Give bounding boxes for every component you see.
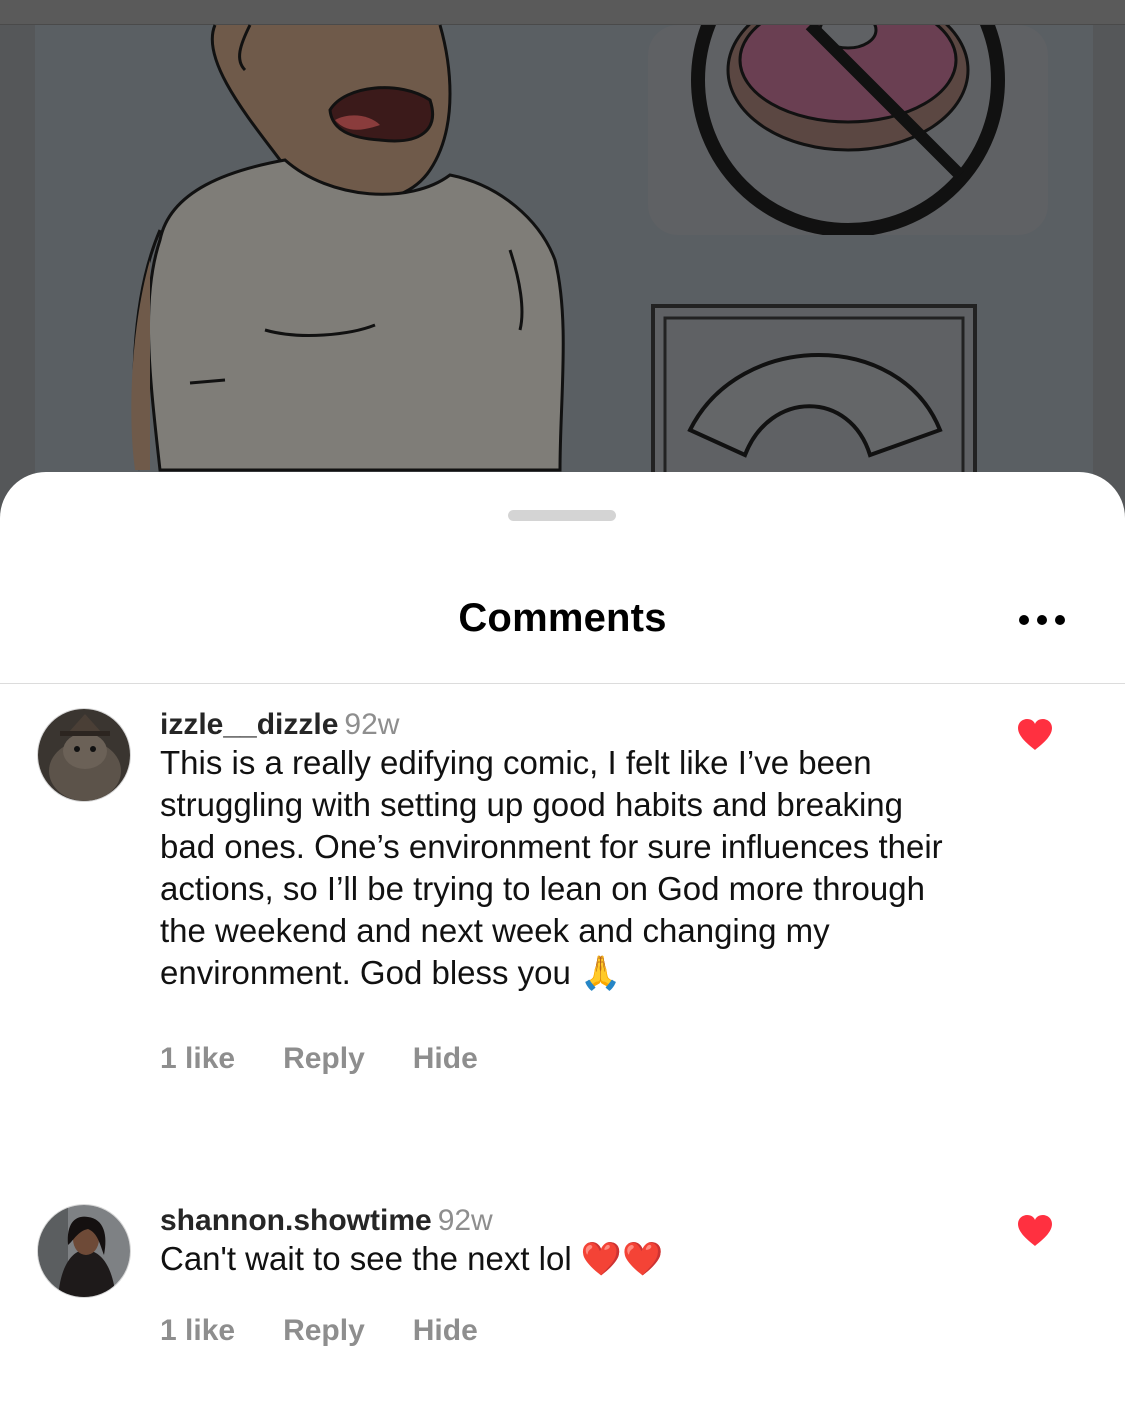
sheet-title: Comments [458, 596, 667, 640]
reply-button[interactable]: Reply [283, 1042, 365, 1075]
avatar[interactable] [37, 708, 131, 802]
comment-actions: 1 like Reply Hide [160, 1314, 526, 1348]
comment-meta: izzle__dizzle 92w [160, 708, 399, 742]
hide-button[interactable]: Hide [413, 1314, 478, 1347]
comment-meta: shannon.showtime 92w [160, 1204, 493, 1238]
post-image-backdrop [0, 0, 1125, 520]
comment-actions: 1 like Reply Hide [160, 1042, 526, 1076]
hide-button[interactable]: Hide [413, 1042, 478, 1075]
reply-button[interactable]: Reply [283, 1314, 365, 1347]
comment-username[interactable]: shannon.showtime [160, 1204, 432, 1237]
sheet-drag-handle[interactable] [508, 510, 616, 521]
comment-timestamp: 92w [437, 1204, 493, 1237]
more-horizontal-icon-dot [1037, 615, 1047, 625]
header-divider [0, 683, 1125, 684]
heart-icon[interactable] [1016, 718, 1054, 752]
avatar[interactable] [37, 1204, 131, 1298]
avatar-image [38, 709, 130, 801]
more-options-button[interactable] [1010, 607, 1070, 635]
comments-sheet: Comments izzle__dizzle 92w This is a real… [0, 472, 1125, 1428]
comment-timestamp: 92w [344, 708, 400, 741]
heart-icon[interactable] [1016, 1214, 1054, 1248]
avatar-image [38, 1205, 130, 1297]
more-horizontal-icon [1019, 615, 1029, 625]
more-horizontal-icon-dot [1055, 615, 1065, 625]
likes-count[interactable]: 1 like [160, 1314, 235, 1347]
comment-text: Can't wait to see the next lol ❤️❤️ [160, 1240, 664, 1277]
comment-username[interactable]: izzle__dizzle [160, 708, 338, 741]
comment-text: This is a really edifying comic, I felt … [160, 744, 943, 991]
likes-count[interactable]: 1 like [160, 1042, 235, 1075]
comic-illustration [131, 24, 1048, 490]
